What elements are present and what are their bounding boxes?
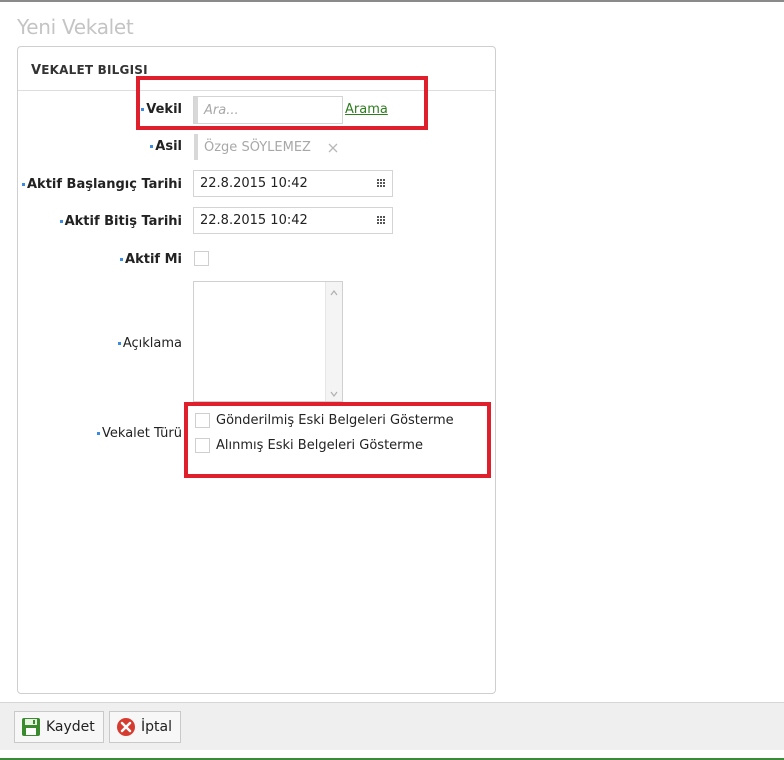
required-dot-icon (22, 183, 25, 186)
asil-label: Asil (150, 139, 182, 154)
panel-header-text: EKALET BILGISI (41, 63, 148, 77)
aktif-baslangic-label: Aktif Başlangıç Tarihi (22, 177, 182, 192)
highlight-box-vekil (136, 76, 428, 130)
scroll-up-icon[interactable] (330, 290, 338, 296)
aktif-baslangic-date-input[interactable]: 22.8.2015 10:42 (193, 170, 393, 197)
top-border (0, 0, 784, 2)
aktif-bitis-value: 22.8.2015 10:42 (200, 213, 308, 228)
asil-label-text: Asil (155, 139, 182, 154)
clear-x-icon[interactable] (328, 143, 338, 153)
cancel-button[interactable]: İptal (109, 711, 181, 743)
aktif-bitis-label-text: Aktif Bitiş Tarihi (64, 214, 182, 229)
asil-value: Özge SÖYLEMEZ (204, 139, 311, 155)
save-button-label: Kaydet (46, 719, 95, 735)
aktif-mi-label-text: Aktif Mi (125, 252, 182, 267)
asil-field[interactable]: Özge SÖYLEMEZ (193, 133, 343, 161)
required-dot-icon (150, 145, 154, 148)
required-dot-icon (120, 258, 124, 261)
required-dot-icon (117, 342, 121, 345)
bottom-toolbar: Kaydet İptal (0, 702, 784, 750)
aktif-baslangic-label-text: Aktif Başlangıç Tarihi (27, 177, 182, 192)
panel-header-initial: V (31, 63, 42, 78)
close-circle-icon (117, 718, 135, 736)
floppy-disk-icon (22, 718, 40, 736)
textarea-scrollbar[interactable] (325, 282, 342, 401)
page-title: Yeni Vekalet (17, 15, 134, 39)
cancel-button-label: İptal (141, 719, 172, 735)
aciklama-label: Açıklama (117, 336, 182, 351)
input-left-bar (194, 134, 198, 160)
aktif-bitis-label: Aktif Bitiş Tarihi (59, 214, 182, 229)
required-dot-icon (97, 432, 101, 435)
aciklama-label-text: Açıklama (122, 336, 182, 351)
aktif-baslangic-value: 22.8.2015 10:42 (200, 176, 308, 191)
highlight-box-vekalet-turu (184, 402, 491, 478)
vekalet-turu-label-text: Vekalet Türü (102, 426, 182, 441)
aktif-bitis-date-input[interactable]: 22.8.2015 10:42 (193, 207, 393, 234)
calendar-grid-icon[interactable] (377, 179, 387, 188)
required-dot-icon (59, 220, 63, 223)
aktif-mi-label: Aktif Mi (120, 252, 182, 267)
aktif-mi-checkbox[interactable] (194, 251, 209, 266)
aciklama-textarea[interactable] (193, 281, 343, 402)
vekalet-turu-label: Vekalet Türü (97, 426, 182, 441)
save-button[interactable]: Kaydet (14, 711, 104, 743)
scroll-down-icon[interactable] (330, 391, 338, 397)
calendar-grid-icon[interactable] (377, 216, 387, 225)
